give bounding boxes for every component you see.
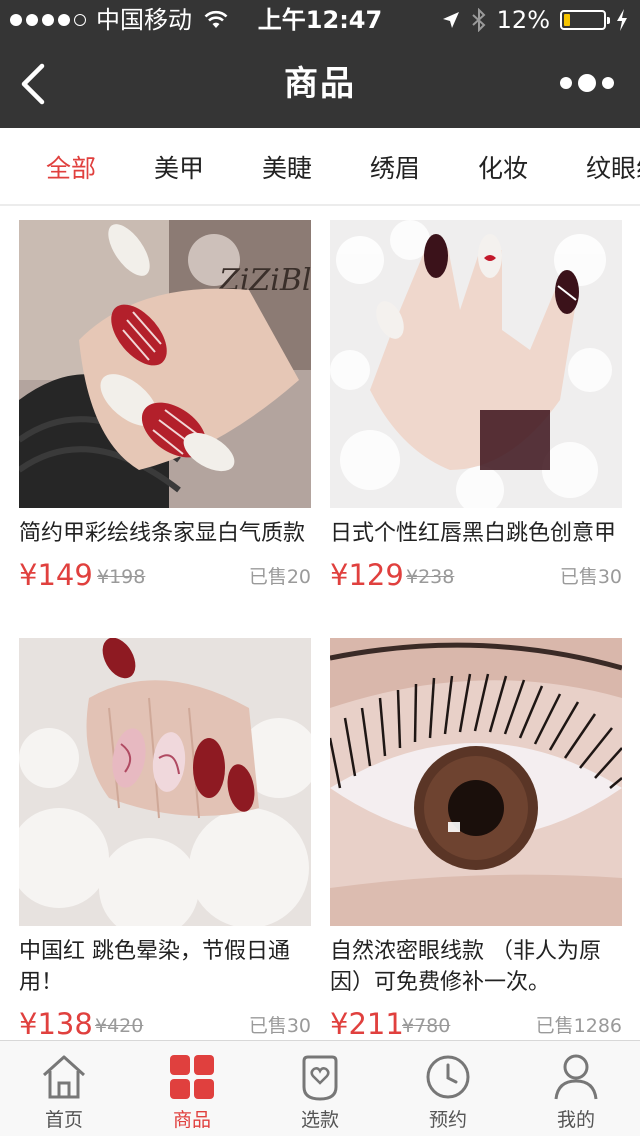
tabbar-label: 选款 (300, 1109, 339, 1131)
top-bar: 中国移动 上午12:47 12% 商品 (0, 0, 640, 128)
tabbar-select[interactable]: 选款 (256, 1041, 384, 1136)
tabbar-booking[interactable]: 预约 (384, 1041, 512, 1136)
product-card[interactable]: ZiZiBl 简约甲彩绘线条家显白气质款 ¥149 ¥198 已售20 (19, 220, 311, 595)
product-name: 中国红 跳色晕染，节假日通用！ (19, 939, 290, 995)
sold-count: 已售30 (248, 1015, 311, 1037)
nav-bar: 商品 (0, 40, 640, 128)
home-icon (42, 1055, 86, 1099)
product-name: 自然浓密眼线款 （非人为原因）可免费修补一次。 (330, 939, 601, 995)
product-image[interactable]: ZiZiBl (19, 220, 311, 508)
price-row: ¥138 ¥420 已售30 (19, 1004, 311, 1040)
location-arrow-icon (442, 12, 459, 28)
original-price: ¥420 (95, 1015, 144, 1037)
status-bar: 中国移动 上午12:47 12% (0, 0, 640, 40)
tabbar-home[interactable]: 首页 (0, 1041, 128, 1136)
product-image[interactable] (330, 220, 622, 508)
battery-percent: 12% (496, 6, 550, 34)
sold-count: 已售30 (559, 566, 622, 588)
price-row: ¥149 ¥198 已售20 (19, 555, 311, 595)
tab-all[interactable]: 全部 (46, 128, 96, 204)
grid-icon (170, 1055, 214, 1099)
product-price: ¥129 (330, 558, 404, 592)
category-tabs: 全部 美甲 美睫 绣眉 化妆 纹眼线 (0, 128, 640, 206)
product-price: ¥211 (330, 1007, 404, 1040)
sold-count: 已售1286 (535, 1015, 622, 1037)
tabbar-label: 我的 (556, 1109, 595, 1131)
tabbar-label: 商品 (172, 1109, 211, 1131)
tabbar-label: 预约 (428, 1109, 467, 1131)
tab-lashes[interactable]: 美睫 (262, 128, 312, 204)
product-name: 日式个性红唇黑白跳色创意甲 (330, 521, 617, 546)
tabbar-mine[interactable]: 我的 (512, 1041, 640, 1136)
product-price: ¥149 (19, 558, 93, 592)
bottom-tab-bar: 首页 商品 选款 预约 我的 (0, 1040, 640, 1136)
tab-nails[interactable]: 美甲 (154, 128, 204, 204)
bluetooth-icon (471, 8, 486, 32)
product-card[interactable]: 自然浓密眼线款 （非人为原因）可免费修补一次。 ¥211 ¥780 已售1286 (330, 638, 622, 1040)
battery-icon (560, 10, 610, 30)
heart-tag-icon (302, 1055, 338, 1101)
price-row: ¥129 ¥238 已售30 (330, 555, 622, 595)
charging-bolt-icon (617, 9, 627, 31)
product-card[interactable]: 日式个性红唇黑白跳色创意甲 ¥129 ¥238 已售30 (330, 220, 622, 595)
price-row: ¥211 ¥780 已售1286 (330, 1004, 622, 1040)
tab-brows[interactable]: 绣眉 (370, 128, 420, 204)
original-price: ¥238 (406, 566, 455, 588)
product-image[interactable] (330, 638, 622, 926)
tabbar-products[interactable]: 商品 (128, 1041, 256, 1136)
more-menu-icon[interactable] (560, 74, 614, 92)
page-title: 商品 (284, 64, 356, 104)
product-image[interactable] (19, 638, 311, 926)
product-grid: ZiZiBl 简约甲彩绘线条家显白气质款 ¥149 ¥198 已售20 日式个性… (0, 206, 640, 1040)
original-price: ¥198 (97, 566, 146, 588)
tabbar-label: 首页 (44, 1109, 83, 1131)
product-card[interactable]: 中国红 跳色晕染，节假日通用！ ¥138 ¥420 已售30 (19, 638, 311, 1040)
clock-icon (426, 1055, 470, 1099)
tab-eyeliner[interactable]: 纹眼线 (586, 128, 640, 204)
product-name: 简约甲彩绘线条家显白气质款 (19, 521, 306, 546)
original-price: ¥780 (402, 1015, 451, 1037)
status-right: 12% (441, 0, 628, 40)
tab-makeup[interactable]: 化妆 (478, 128, 528, 204)
person-icon (554, 1054, 598, 1100)
sold-count: 已售20 (248, 566, 311, 588)
product-price: ¥138 (19, 1007, 93, 1040)
